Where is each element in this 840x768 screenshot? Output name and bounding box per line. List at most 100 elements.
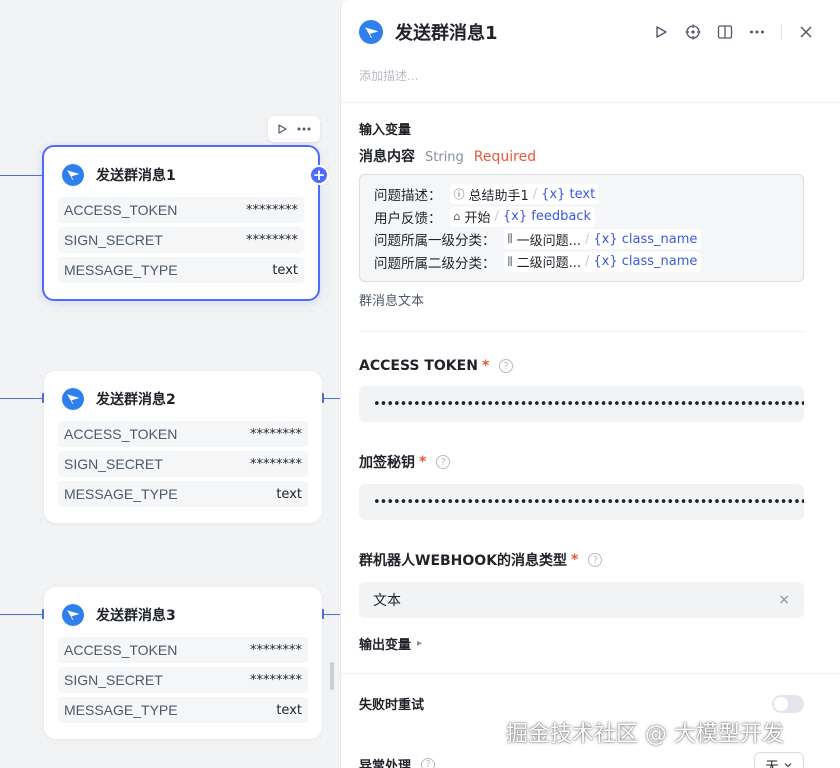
selected-value: 文本 (373, 593, 401, 609)
node-param-row: ACCESS_TOKEN ******** (58, 637, 308, 663)
param-value: ******** (250, 426, 302, 442)
param-key: SIGN_SECRET (64, 672, 163, 688)
node-reference-icon: ⫼ (507, 232, 513, 246)
field-label-text: ACCESS TOKEN (359, 358, 478, 374)
node-reference-icon: ⫼ (507, 254, 513, 268)
param-key: ACCESS_TOKEN (64, 202, 178, 218)
editor-line: 用户反馈： ⌂ 开始 / {x} feedback (374, 206, 789, 229)
retry-toggle[interactable] (772, 694, 804, 713)
node-config-panel: 发送群消息1 添加描述... 输入变量 消息内容 String Required… (340, 0, 840, 768)
node-param-row: SIGN_SECRET ******** (58, 451, 308, 477)
locate-icon[interactable] (677, 16, 709, 48)
retry-label: 失败时重试 (359, 698, 425, 713)
node-title: 发送群消息1 (96, 168, 176, 184)
output-variables-heading: 输出变量 (359, 638, 412, 653)
book-icon[interactable] (709, 16, 741, 48)
edge-line (0, 614, 44, 615)
workflow-canvas[interactable]: 发送群消息1 ACCESS_TOKEN ******** SIGN_SECRET *… (0, 0, 340, 768)
chip-separator: / (532, 186, 538, 202)
variable-type: String (425, 150, 464, 165)
help-icon[interactable]: ? (588, 553, 603, 567)
editor-text: 问题所属二级分类： (374, 255, 496, 272)
output-variables-toggle[interactable]: 输出变量 ▸ (341, 634, 840, 653)
run-icon[interactable] (645, 16, 677, 48)
param-value: text (276, 486, 302, 502)
param-key: ACCESS_TOKEN (64, 426, 178, 442)
node-reference-icon: ⌂ (453, 210, 461, 224)
workflow-node[interactable]: 发送群消息3 ACCESS_TOKEN ******** SIGN_SECRET *… (44, 587, 322, 739)
node-header: 发送群消息3 (58, 601, 308, 629)
chevron-down-icon (784, 763, 791, 768)
access-token-input[interactable]: ••••••••••••••••••••••••••••••••••••••••… (359, 386, 804, 422)
canvas-scroll-handle[interactable] (330, 662, 334, 690)
chip-variable: {x} text (541, 186, 596, 202)
workflow-node[interactable]: 发送群消息2 ACCESS_TOKEN ******** SIGN_SECRET *… (44, 371, 322, 523)
variable-reference-chip[interactable]: ⫼ 一级问题... / {x} class_name (503, 229, 702, 250)
chip-node-name: 二级问题... (516, 256, 581, 272)
watermark-text: 掘金技术社区 @ 大模型开发 (506, 722, 784, 747)
edge-line (324, 398, 340, 399)
help-icon[interactable]: ? (421, 757, 436, 768)
edge-line (0, 398, 44, 399)
node-header: 发送群消息2 (58, 385, 308, 413)
chip-separator: / (494, 209, 499, 225)
panel-actions (645, 16, 822, 48)
node-param-row: MESSAGE_TYPE text (58, 257, 304, 283)
clear-icon[interactable]: × (778, 592, 790, 608)
send-message-icon (359, 20, 383, 44)
message-type-select[interactable]: 文本 × (359, 582, 804, 618)
param-key: MESSAGE_TYPE (64, 702, 178, 718)
chip-variable: {x} feedback (502, 209, 591, 225)
param-key: MESSAGE_TYPE (64, 486, 178, 502)
variable-reference-chip[interactable]: ⌂ 开始 / {x} feedback (449, 206, 595, 227)
node-param-row: MESSAGE_TYPE text (58, 481, 308, 507)
node-param-row: MESSAGE_TYPE text (58, 697, 308, 723)
param-key: ACCESS_TOKEN (64, 642, 178, 658)
workflow-node[interactable]: 发送群消息1 ACCESS_TOKEN ******** SIGN_SECRET *… (42, 145, 329, 301)
node-param-row: ACCESS_TOKEN ******** (58, 421, 308, 447)
more-icon[interactable] (296, 120, 312, 139)
node-reference-icon: ⓘ (453, 188, 465, 202)
variable-name: 消息内容 (359, 149, 415, 165)
chip-node-name: 开始 (464, 211, 491, 227)
edge-line (324, 614, 340, 615)
exception-handling-select[interactable]: 无 (754, 752, 804, 768)
variable-reference-chip[interactable]: ⫼ 二级问题... / {x} class_name (503, 251, 702, 272)
field-label-text: 加签秘钥 (359, 455, 415, 471)
help-icon[interactable]: ? (436, 455, 451, 469)
retry-row: 失败时重试 (341, 694, 840, 713)
send-message-icon (62, 604, 84, 626)
run-node-icon[interactable] (276, 120, 288, 139)
selected-value: 无 (765, 759, 779, 768)
param-value: text (272, 262, 298, 278)
chip-separator: / (584, 254, 590, 270)
description-input[interactable]: 添加描述... (341, 64, 840, 102)
message-type-label: 群机器人WEBHOOK的消息类型 * ? (341, 550, 840, 570)
param-value: ******** (250, 456, 302, 472)
sign-secret-input[interactable]: ••••••••••••••••••••••••••••••••••••••••… (359, 484, 804, 520)
more-icon[interactable] (741, 16, 773, 48)
close-icon[interactable] (790, 16, 822, 48)
send-message-icon (62, 164, 84, 186)
message-content-editor[interactable]: 问题描述： ⓘ 总结助手1 / {x} text 用户反馈： ⌂ 开始 / {x… (359, 174, 804, 282)
panel-header: 发送群消息1 (341, 0, 840, 64)
add-node-button[interactable]: + (309, 165, 329, 185)
send-message-icon (62, 388, 84, 410)
param-value: ******** (250, 672, 302, 688)
editor-line: 问题所属一级分类： ⫼ 一级问题... / {x} class_name (374, 228, 789, 251)
edge-line (0, 175, 42, 176)
node-param-row: SIGN_SECRET ******** (58, 667, 308, 693)
caret-right-icon: ▸ (417, 638, 423, 649)
panel-title[interactable]: 发送群消息1 (395, 19, 645, 45)
variable-reference-chip[interactable]: ⓘ 总结助手1 / {x} text (449, 184, 600, 205)
chip-variable: {x} class_name (593, 231, 698, 247)
editor-line: 问题所属二级分类： ⫼ 二级问题... / {x} class_name (374, 251, 789, 274)
required-star: * (571, 552, 579, 568)
editor-text: 问题所属一级分类： (374, 233, 496, 250)
chip-separator: / (584, 231, 590, 247)
variable-header: 消息内容 String Required (341, 146, 840, 166)
param-value: ******** (246, 202, 298, 218)
help-icon[interactable]: ? (499, 359, 514, 373)
chip-variable: {x} class_name (593, 254, 698, 270)
param-key: MESSAGE_TYPE (64, 262, 178, 278)
